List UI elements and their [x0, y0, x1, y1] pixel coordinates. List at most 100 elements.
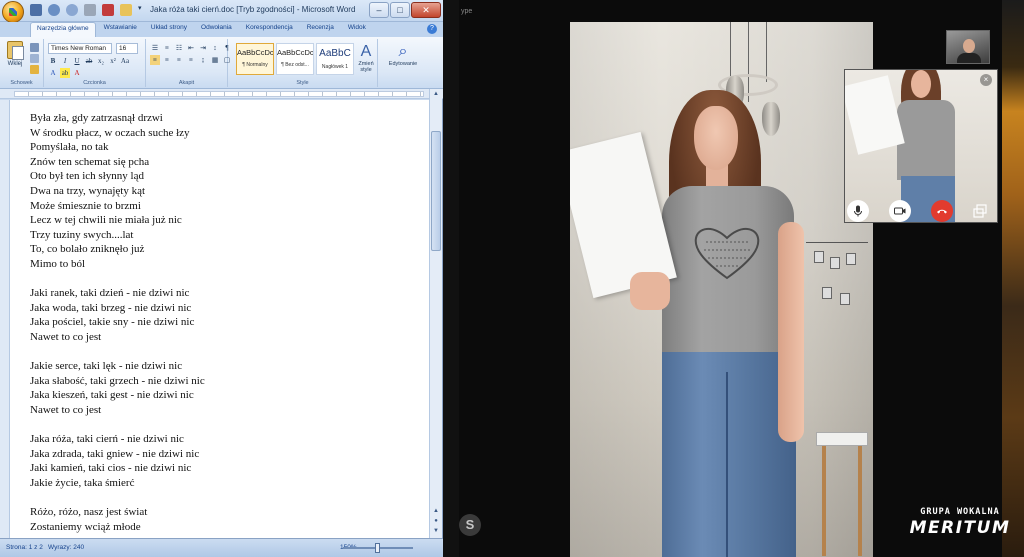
help-icon[interactable]: ?	[427, 24, 437, 34]
lyric-line[interactable]: Może śmiesznie to brzmi	[30, 199, 205, 214]
print-icon[interactable]	[84, 4, 96, 16]
tab-references[interactable]: Odwołania	[195, 22, 238, 37]
line-spacing-icon[interactable]: ↨	[198, 55, 208, 65]
redo-icon[interactable]	[66, 4, 78, 16]
minimize-button[interactable]: –	[369, 2, 389, 18]
bullets-icon[interactable]: ☰	[150, 43, 160, 53]
lyric-line[interactable]: Nawet to co jest	[30, 330, 205, 345]
next-page-icon[interactable]: ▼	[431, 526, 441, 536]
tab-mailings[interactable]: Korespondencja	[240, 22, 299, 37]
font-color-icon[interactable]: A	[72, 68, 82, 78]
status-page[interactable]: Strona: 1 z 2	[6, 544, 43, 551]
lyric-line[interactable]: Zostaniemy wciąż młode	[30, 520, 205, 535]
open-icon[interactable]	[120, 4, 132, 16]
horizontal-ruler[interactable]	[0, 89, 443, 99]
subscript-icon[interactable]: x₂	[96, 56, 106, 66]
undo-icon[interactable]	[48, 4, 60, 16]
close-self-view-icon[interactable]: ×	[980, 74, 992, 86]
format-painter-icon[interactable]	[30, 65, 39, 74]
skype-s-icon[interactable]: S	[459, 514, 481, 536]
spellcheck-icon[interactable]	[102, 4, 114, 16]
align-left-icon[interactable]: ≡	[150, 55, 160, 65]
lyric-line[interactable]: Jaka kieszeń, taki gest - nie dziwi nic	[30, 388, 205, 403]
lyric-line[interactable]: Jaka zdrada, taki gniew - nie dziwi nic	[30, 447, 205, 462]
lyric-line[interactable]: Oto był ten ich słynny ląd	[30, 169, 205, 184]
lyric-line[interactable]: Jaka pościel, takie sny - nie dziwi nic	[30, 315, 205, 330]
font-size-select[interactable]: 16	[116, 43, 138, 54]
lyric-line[interactable]: Trzy tuziny swych....lat	[30, 228, 205, 243]
sort-icon[interactable]: ↕	[210, 43, 220, 53]
close-button[interactable]: ✕	[411, 2, 441, 18]
lyric-line[interactable]: To, co bolało zniknęło już	[30, 242, 205, 257]
decrease-indent-icon[interactable]: ⇤	[186, 43, 196, 53]
tab-page-layout[interactable]: Układ strony	[145, 22, 193, 37]
shading-icon[interactable]: ▦	[210, 55, 220, 65]
lyric-line[interactable]: Jakie serce, taki lęk - nie dziwi nic	[30, 359, 205, 374]
lyric-line[interactable]: Jaka róża, taki cierń - nie dziwi nic	[30, 432, 205, 447]
italic-icon[interactable]: I	[60, 56, 70, 66]
lyric-line[interactable]: Lecz w tej chwili nie miała już nic	[30, 213, 205, 228]
align-center-icon[interactable]: ≡	[162, 55, 172, 65]
swap-view-button[interactable]	[973, 204, 987, 218]
lyric-line[interactable]: Jakie życie, taka śmierć	[30, 476, 205, 491]
document-text[interactable]: Była zła, gdy zatrzasnął drzwi W środku p…	[30, 111, 205, 534]
browse-object-icon[interactable]: ●	[431, 516, 441, 526]
style-normal[interactable]: AaBbCcDc ¶ Normalny	[236, 43, 274, 75]
lyric-line[interactable]: Dwa na trzy, wynajęty kąt	[30, 184, 205, 199]
mute-button[interactable]	[847, 200, 869, 222]
office-button[interactable]	[2, 1, 24, 23]
justify-icon[interactable]: ≡	[186, 55, 196, 65]
lyric-line[interactable]: Różo, różo, nasz jest świat	[30, 505, 205, 520]
scroll-thumb[interactable]	[431, 131, 441, 251]
text-effects-icon[interactable]: A	[48, 68, 58, 78]
tab-home[interactable]: Narzędzia główne	[30, 22, 96, 37]
strikethrough-icon[interactable]: ab	[84, 56, 94, 66]
font-name-select[interactable]: Times New Roman	[48, 43, 112, 54]
lyric-line[interactable]: Była zła, gdy zatrzasnął drzwi	[30, 111, 205, 126]
multilevel-list-icon[interactable]: ☷	[174, 43, 184, 53]
change-case-icon[interactable]: Aa	[120, 56, 130, 66]
blank-line[interactable]	[30, 417, 205, 432]
camera-button[interactable]	[889, 200, 911, 222]
lyric-line[interactable]: Pomyślała, no tak	[30, 140, 205, 155]
lyric-line[interactable]: Nawet to co jest	[30, 403, 205, 418]
style-no-spacing[interactable]: AaBbCcDc ¶ Bez odst...	[276, 43, 314, 75]
vertical-ruler[interactable]	[0, 100, 10, 538]
lyric-line[interactable]: Znów ten schemat się pcha	[30, 155, 205, 170]
participant-thumbnail[interactable]	[946, 30, 990, 64]
end-call-button[interactable]	[931, 200, 953, 222]
numbering-icon[interactable]: ≡	[162, 43, 172, 53]
self-view-panel[interactable]: ×	[844, 69, 998, 223]
lyric-line[interactable]: Mimo to ból	[30, 257, 205, 272]
lyric-line[interactable]: Jaki kamień, taki cios - nie dziwi nic	[30, 461, 205, 476]
status-words[interactable]: Wyrazy: 240	[48, 544, 84, 551]
prev-page-icon[interactable]: ▲	[431, 506, 441, 516]
superscript-icon[interactable]: x²	[108, 56, 118, 66]
maximize-button[interactable]: □	[390, 2, 410, 18]
save-icon[interactable]	[30, 4, 42, 16]
cut-icon[interactable]	[30, 43, 39, 52]
blank-line[interactable]	[30, 345, 205, 360]
tab-review[interactable]: Recenzja	[301, 22, 340, 37]
lyric-line[interactable]: Jaka słabość, taki grzech - nie dziwi ni…	[30, 374, 205, 389]
lyric-line[interactable]: Jaka woda, taki brzeg - nie dziwi nic	[30, 301, 205, 316]
tab-insert[interactable]: Wstawianie	[98, 22, 143, 37]
underline-icon[interactable]: U	[72, 56, 82, 66]
copy-icon[interactable]	[30, 54, 39, 63]
highlight-icon[interactable]: ab	[60, 68, 70, 78]
change-styles-button[interactable]: A Zmień style	[356, 43, 376, 77]
increase-indent-icon[interactable]: ⇥	[198, 43, 208, 53]
paste-button[interactable]: Wklej	[4, 41, 26, 77]
lyric-line[interactable]: W środku płacz, w oczach suche łzy	[30, 126, 205, 141]
qat-dropdown-icon[interactable]: ▾	[138, 4, 150, 16]
blank-line[interactable]	[30, 272, 205, 287]
bold-icon[interactable]: B	[48, 56, 58, 66]
lyric-line[interactable]: Jaki ranek, taki dzień - nie dziwi nic	[30, 286, 205, 301]
zoom-slider-knob[interactable]	[375, 543, 380, 553]
align-right-icon[interactable]: ≡	[174, 55, 184, 65]
document-page[interactable]: Była zła, gdy zatrzasnął drzwi W środku p…	[10, 100, 429, 538]
scroll-up-icon[interactable]: ▲	[431, 89, 441, 99]
blank-line[interactable]	[30, 490, 205, 505]
vertical-scrollbar[interactable]: ▲ ▲ ● ▼	[429, 89, 442, 538]
tab-view[interactable]: Widok	[342, 22, 372, 37]
